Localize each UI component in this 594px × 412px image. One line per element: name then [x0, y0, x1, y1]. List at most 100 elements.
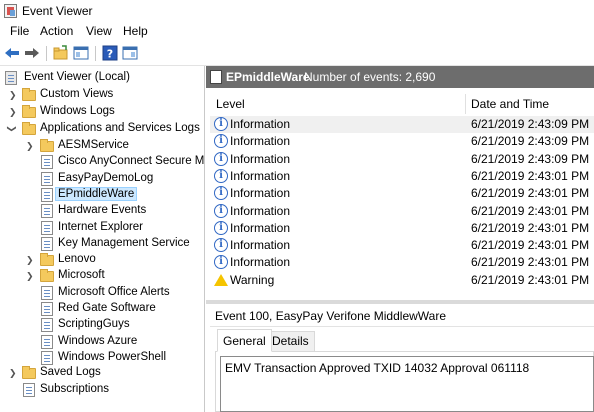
tree-label: Microsoft: [58, 269, 105, 282]
event-level: Warning: [230, 272, 275, 287]
tree-item-child[interactable]: EPmiddleWare: [0, 186, 204, 203]
folder-icon: [22, 88, 36, 101]
tree-item-child[interactable]: Windows Azure: [0, 334, 204, 350]
tree-label: Event Viewer (Local): [24, 71, 130, 83]
tree-item-child[interactable]: ❯ AESMService: [0, 138, 204, 154]
tree-label: Windows PowerShell: [58, 350, 167, 363]
menu-view[interactable]: View: [83, 24, 115, 38]
chevron-down-icon[interactable]: ❯: [7, 125, 17, 133]
show-hide-action-pane-icon[interactable]: [122, 45, 138, 61]
menu-file[interactable]: File: [7, 24, 32, 38]
event-row[interactable]: i Information 6/21/2019 2:43:01 PM: [210, 220, 594, 237]
tree-item-child[interactable]: Microsoft Office Alerts: [0, 285, 204, 301]
tree-item-child[interactable]: Internet Explorer: [0, 220, 204, 236]
event-log-icon: [41, 236, 53, 251]
navigation-tree: Event Viewer (Local) ❯ Custom Views ❯ Wi…: [0, 66, 205, 412]
show-hide-tree-icon[interactable]: [73, 45, 89, 61]
event-list: Level Date and Time i Information 6/21/201…: [210, 94, 594, 300]
tree-item-child[interactable]: ❯ Microsoft: [0, 268, 204, 284]
event-log-icon: [41, 285, 53, 300]
event-detail-pane: Event 100, EasyPay Verifone MiddlewWare …: [206, 304, 594, 412]
toolbar-separator: [46, 46, 47, 61]
back-arrow-icon[interactable]: [4, 45, 20, 61]
open-saved-log-icon[interactable]: [53, 45, 69, 61]
chevron-right-icon[interactable]: ❯: [9, 368, 17, 378]
tab-details[interactable]: Details: [266, 331, 315, 352]
event-log-pane: EPmiddleWare Number of events: 2,690 Lev…: [206, 66, 594, 412]
toolbar-separator: [95, 46, 96, 61]
tree-item-child[interactable]: ScriptingGuys: [0, 317, 204, 333]
tree-item-subscriptions[interactable]: Subscriptions: [0, 382, 204, 398]
event-row[interactable]: i Information 6/21/2019 2:43:09 PM: [210, 133, 594, 150]
tab-general[interactable]: General: [217, 329, 272, 352]
event-row[interactable]: Warning 6/21/2019 2:43:01 PM: [210, 272, 594, 289]
event-row[interactable]: i Information 6/21/2019 2:43:09 PM: [210, 151, 594, 168]
event-row[interactable]: i Information 6/21/2019 2:43:01 PM: [210, 185, 594, 202]
tree-label: Custom Views: [40, 88, 114, 100]
event-row[interactable]: i Information 6/21/2019 2:43:09 PM: [210, 116, 594, 133]
event-log-icon: [41, 220, 53, 235]
event-level: Information: [230, 220, 291, 235]
tree-item-child[interactable]: Cisco AnyConnect Secure Mobility Client: [0, 154, 204, 170]
tree-item-child[interactable]: EasyPayDemoLog: [0, 171, 204, 187]
menu-bar: File Action View Help: [0, 22, 594, 40]
help-icon[interactable]: ?: [102, 45, 118, 61]
event-log-icon: [41, 204, 53, 219]
event-level: Information: [230, 117, 291, 131]
tree-label: Key Management Service: [58, 236, 190, 249]
column-separator[interactable]: [465, 94, 466, 114]
menu-action[interactable]: Action: [37, 24, 76, 38]
event-message-box[interactable]: EMV Transaction Approved TXID 14032 Appr…: [220, 356, 594, 412]
event-row[interactable]: i Information 6/21/2019 2:43:01 PM: [210, 254, 594, 271]
event-row[interactable]: i Information 6/21/2019 2:43:01 PM: [210, 168, 594, 185]
chevron-right-icon[interactable]: ❯: [26, 255, 34, 265]
tree-item-root[interactable]: Event Viewer (Local): [0, 70, 204, 86]
event-date: 6/21/2019 2:43:01 PM: [471, 272, 590, 287]
tree-item-child[interactable]: Key Management Service: [0, 236, 204, 252]
tree-item-windows-logs[interactable]: ❯ Windows Logs: [0, 104, 204, 120]
title-bar: Event Viewer: [0, 0, 594, 22]
chevron-right-icon[interactable]: ❯: [9, 107, 17, 117]
tree-item-custom-views[interactable]: ❯ Custom Views: [0, 87, 204, 103]
chevron-right-icon[interactable]: ❯: [9, 90, 17, 100]
tree-item-child[interactable]: Windows PowerShell: [0, 350, 204, 366]
tree-item-child[interactable]: Hardware Events: [0, 203, 204, 219]
event-level: Information: [230, 203, 291, 218]
folder-icon: [40, 269, 54, 283]
event-level: Information: [230, 186, 291, 201]
tree-item-saved-logs[interactable]: ❯ Saved Logs: [0, 365, 204, 381]
event-date: 6/21/2019 2:43:01 PM: [471, 255, 590, 270]
information-icon: i: [214, 134, 228, 149]
event-row[interactable]: i Information 6/21/2019 2:43:01 PM: [210, 203, 594, 220]
event-level: Information: [230, 168, 291, 183]
event-viewer-app-icon: [4, 4, 17, 18]
event-level: Information: [230, 255, 291, 270]
event-row[interactable]: i Information 6/21/2019 2:43:01 PM: [210, 237, 594, 254]
information-icon: i: [214, 238, 228, 253]
event-date: 6/21/2019 2:43:01 PM: [471, 168, 590, 183]
forward-arrow-icon[interactable]: [24, 45, 40, 61]
tree-label: Windows Logs: [40, 105, 115, 117]
information-icon: i: [214, 255, 228, 270]
event-viewer-icon: [5, 71, 17, 85]
tree-label: Lenovo: [58, 253, 96, 266]
tree-item-applications-and-services-logs[interactable]: ❯ Applications and Services Logs: [0, 121, 204, 137]
tree-label: Applications and Services Logs: [40, 122, 200, 134]
column-header-date[interactable]: Date and Time: [471, 94, 549, 114]
information-icon: i: [214, 203, 228, 218]
tree-item-child[interactable]: Red Gate Software: [0, 301, 204, 317]
event-date: 6/21/2019 2:43:09 PM: [471, 151, 590, 166]
chevron-right-icon[interactable]: ❯: [26, 271, 34, 281]
event-level: Information: [230, 151, 291, 166]
folder-icon: [22, 122, 36, 135]
log-name: EPmiddleWare: [226, 70, 310, 84]
folder-icon: [22, 105, 36, 118]
menu-help[interactable]: Help: [120, 24, 151, 38]
chevron-right-icon[interactable]: ❯: [26, 141, 34, 151]
event-log-icon: [41, 171, 53, 186]
log-header: EPmiddleWare Number of events: 2,690: [206, 66, 594, 88]
tree-label: Hardware Events: [58, 204, 147, 217]
column-header-level[interactable]: Level: [216, 94, 245, 114]
folder-icon: [40, 139, 54, 152]
tree-item-child[interactable]: ❯ Lenovo: [0, 252, 204, 268]
